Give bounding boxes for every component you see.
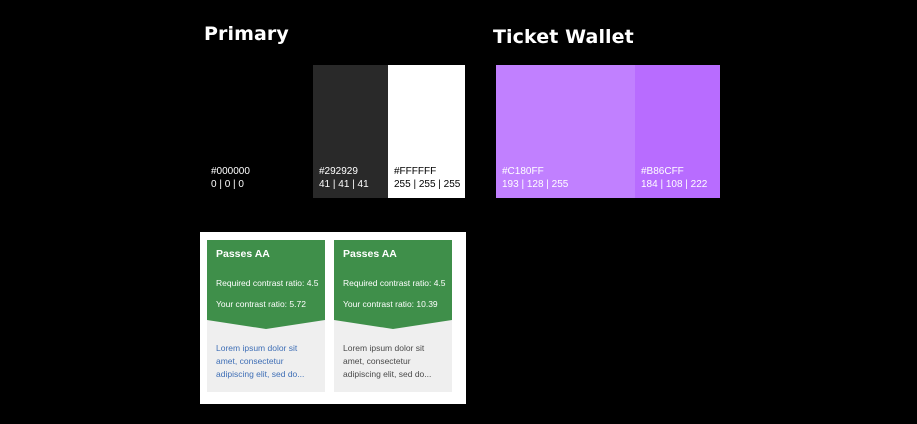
contrast-card: Passes AA Required contrast ratio: 4.5 Y… bbox=[207, 240, 325, 392]
swatch-rgb-label: 255 | 255 | 255 bbox=[394, 179, 461, 190]
your-ratio: Your contrast ratio: 10.39 bbox=[343, 299, 438, 309]
sample-text: Lorem ipsum dolor sit amet, consectetur … bbox=[216, 343, 305, 379]
swatch-hex-label: #C180FF bbox=[502, 166, 544, 177]
swatch-hex-label: #292929 bbox=[319, 166, 358, 177]
swatch-hex-label: #B86CFF bbox=[641, 166, 684, 177]
contrast-check-panel: Passes AA Required contrast ratio: 4.5 Y… bbox=[200, 232, 466, 404]
contrast-status: Passes AA bbox=[343, 248, 397, 260]
contrast-card-header: Passes AA Required contrast ratio: 4.5 Y… bbox=[207, 240, 325, 320]
color-swatch-ffffff: #FFFFFF 255 | 255 | 255 bbox=[388, 65, 465, 198]
required-ratio: Required contrast ratio: 4.5 bbox=[343, 278, 446, 288]
swatch-rgb-label: 41 | 41 | 41 bbox=[319, 179, 369, 190]
color-swatch-b86cff: #B86CFF 184 | 108 | 222 bbox=[635, 65, 720, 198]
sample-text: Lorem ipsum dolor sit amet, consectetur … bbox=[343, 343, 432, 379]
swatch-rgb-label: 0 | 0 | 0 bbox=[211, 179, 244, 190]
contrast-card: Passes AA Required contrast ratio: 4.5 Y… bbox=[334, 240, 452, 392]
chevron-down-icon bbox=[334, 320, 452, 329]
your-ratio: Your contrast ratio: 5.72 bbox=[216, 299, 306, 309]
swatch-rgb-label: 184 | 108 | 222 bbox=[641, 179, 708, 190]
ticket-wallet-section-title: Ticket Wallet bbox=[493, 26, 634, 48]
color-swatch-c180ff: #C180FF 193 | 128 | 255 bbox=[496, 65, 635, 198]
swatch-hex-label: #000000 bbox=[211, 166, 250, 177]
contrast-status: Passes AA bbox=[216, 248, 270, 260]
required-ratio: Required contrast ratio: 4.5 bbox=[216, 278, 319, 288]
color-swatch-000000: #000000 0 | 0 | 0 bbox=[205, 65, 313, 198]
chevron-down-icon bbox=[207, 320, 325, 329]
contrast-card-header: Passes AA Required contrast ratio: 4.5 Y… bbox=[334, 240, 452, 320]
swatch-rgb-label: 193 | 128 | 255 bbox=[502, 179, 569, 190]
color-swatch-292929: #292929 41 | 41 | 41 bbox=[313, 65, 388, 198]
swatch-hex-label: #FFFFFF bbox=[394, 166, 437, 177]
primary-section-title: Primary bbox=[204, 23, 289, 45]
